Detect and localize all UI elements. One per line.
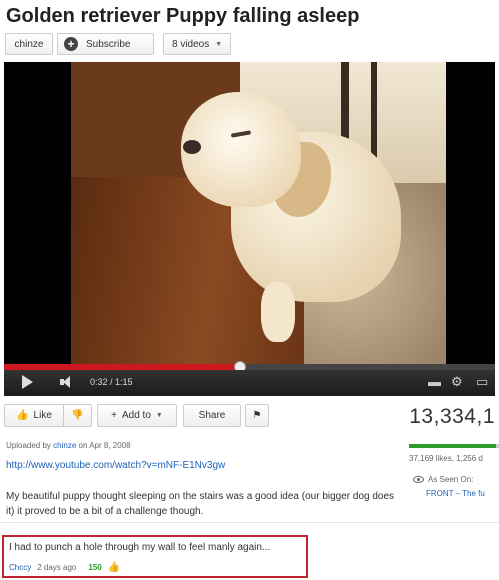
video-frame[interactable] [71,62,446,364]
share-button[interactable]: Share [183,404,241,427]
likes-count: 37,169 likes, 1,256 d [409,454,483,463]
front-page-link[interactable]: FRONT – The fu [426,489,485,498]
comment-author-link[interactable]: Chccy [9,563,31,572]
like-ratio-bar [409,444,499,448]
comment-meta: Chccy 2 days ago 150 👍 [9,562,301,573]
action-row: 👍 Like 👎 + Add to ▼ Share ⚑ [4,404,269,427]
like-ratio-fill [409,444,497,448]
fullscreen-icon[interactable]: ▭ [476,375,488,389]
videos-dropdown[interactable]: 8 videos ▼ [163,33,231,55]
channel-button[interactable]: chinze [5,33,53,55]
stair-rail [371,62,377,162]
uploaded-prefix: Uploaded by [6,441,51,450]
as-seen-on-label: As Seen On: [428,475,474,484]
add-to-label: Add to [121,410,151,421]
chevron-down-icon: ▼ [155,412,163,419]
comment-text: I had to punch a hole through my wall to… [9,542,271,553]
channel-row: chinze + Subscribe 8 videos ▼ [5,33,231,55]
like-label: Like [33,410,52,421]
upload-date: on Apr 8, 2008 [78,441,131,450]
video-description: My beautiful puppy thought sleeping on t… [6,491,395,517]
plus-icon: + [64,37,78,51]
comment-time: 2 days ago [37,563,77,572]
uploader-link[interactable]: chinze [53,441,76,450]
like-button[interactable]: 👍 Like [4,404,64,427]
gear-icon[interactable]: ⚙ [451,375,463,389]
view-count: 13,334,1 [409,405,495,428]
subscribe-label: Subscribe [86,38,131,50]
thumbs-up-icon: 👍 [16,410,29,421]
puppy-nose [183,140,201,154]
videos-label: 8 videos [172,38,210,50]
comment-like-count: 150 [88,563,102,572]
video-url-link[interactable]: http://www.youtube.com/watch?v=mNF-E1Nv3… [6,460,225,471]
video-title: Golden retriever Puppy falling asleep [6,5,360,27]
puppy-paw [261,282,295,342]
flag-icon: ⚑ [252,410,262,421]
flag-button[interactable]: ⚑ [245,404,269,427]
plus-icon: + [111,410,117,421]
add-to-button[interactable]: + Add to ▼ [97,404,177,427]
subscribe-button[interactable]: + Subscribe [57,33,154,55]
captions-icon[interactable]: ▬ [428,375,441,389]
as-seen-on: As Seen On: [413,475,473,484]
thumbs-up-icon[interactable]: 👍 [108,562,120,573]
eye-icon [413,476,424,483]
player-controls: 0:32 / 1:15 ▬ ⚙ ▭ [4,370,495,396]
play-icon[interactable] [22,375,33,389]
volume-icon[interactable] [60,376,72,388]
thumbs-down-icon: 👎 [71,410,84,421]
chevron-down-icon: ▼ [215,40,223,48]
time-display: 0:32 / 1:15 [90,377,133,387]
highlighted-comment: I had to punch a hole through my wall to… [2,535,308,578]
dislike-button[interactable]: 👎 [64,404,92,427]
upload-info: Uploaded by chinze on Apr 8, 2008 [6,441,131,450]
video-player[interactable]: 0:32 / 1:15 ▬ ⚙ ▭ [4,62,495,396]
divider [0,522,499,523]
